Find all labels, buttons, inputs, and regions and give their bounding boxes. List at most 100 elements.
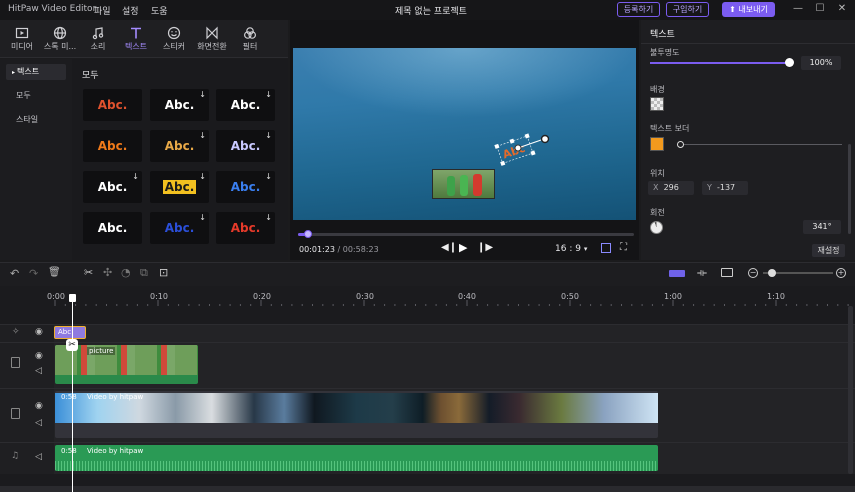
download-icon[interactable]: ↓: [199, 213, 206, 223]
crop-tool-icon[interactable]: ⧉: [140, 266, 148, 280]
ruler-label: 0:40: [458, 292, 476, 301]
fullscreen-icon[interactable]: ⛶: [620, 242, 627, 253]
download-icon[interactable]: ↓: [265, 172, 272, 182]
split-view-icon[interactable]: ⟛: [697, 266, 707, 280]
text-template-tile[interactable]: Abc. ↓: [216, 171, 275, 203]
download-icon[interactable]: ↓: [265, 90, 272, 100]
aspect-ratio-select[interactable]: 16 : 9 ▾: [555, 244, 587, 254]
zoom-slider-handle[interactable]: [768, 269, 776, 277]
text-template-tile[interactable]: Abc.: [83, 130, 142, 162]
text-template-tile[interactable]: Abc.: [83, 89, 142, 121]
opacity-value-field[interactable]: 100%: [801, 56, 841, 70]
text-template-tile[interactable]: Abc. ↓: [150, 130, 209, 162]
text-template-tile[interactable]: Abc. ↓: [150, 212, 209, 244]
caption-icon[interactable]: ⊡: [159, 266, 168, 279]
tab-media[interactable]: 미디어: [2, 20, 42, 58]
timeline-vertical-scrollbar[interactable]: [848, 306, 853, 474]
player-progress-track[interactable]: [298, 230, 634, 238]
crop-icon[interactable]: [601, 243, 611, 253]
rotation-value-field[interactable]: 341°: [803, 220, 841, 234]
background-color-swatch[interactable]: [650, 97, 664, 111]
export-button[interactable]: ⬆ 내보내기: [722, 2, 775, 17]
text-clip[interactable]: Abc: [54, 326, 86, 339]
position-y-field[interactable]: Y -137: [702, 181, 748, 195]
register-button[interactable]: 등록하기: [617, 2, 660, 17]
nav-section-text[interactable]: ▸ 텍스트: [6, 64, 66, 80]
opacity-slider-handle[interactable]: [785, 58, 794, 67]
prev-frame-icon[interactable]: ◀❙: [441, 242, 457, 253]
visibility-eye-icon[interactable]: ◉: [35, 401, 43, 411]
rotation-dial-icon[interactable]: [650, 221, 663, 234]
border-color-swatch[interactable]: [650, 137, 664, 151]
tab-filter[interactable]: 필터: [230, 20, 270, 58]
text-template-tile[interactable]: Abc. ↓: [216, 130, 275, 162]
menu-help[interactable]: 도움: [151, 4, 168, 17]
tab-transition[interactable]: 화면전환: [192, 20, 232, 58]
mute-icon[interactable]: ◁: [35, 418, 42, 428]
freeze-icon[interactable]: ✣: [103, 266, 112, 279]
menu-file[interactable]: 파일: [94, 4, 111, 17]
text-selection[interactable]: Abc: [488, 126, 558, 176]
nav-item-all[interactable]: 모두: [10, 88, 70, 104]
picture-clip[interactable]: picture: [55, 345, 198, 384]
minimize-icon[interactable]: —: [792, 3, 804, 15]
border-label: 텍스트 보더: [650, 124, 690, 133]
tab-text[interactable]: 텍스트: [116, 20, 156, 58]
undo-icon[interactable]: ↶: [10, 267, 19, 280]
tab-sticker[interactable]: 스티커: [154, 20, 194, 58]
close-icon[interactable]: ✕: [836, 3, 848, 15]
zoom-in-icon[interactable]: +: [836, 268, 846, 278]
opacity-slider[interactable]: [650, 62, 790, 64]
audio-track-header: [0, 443, 54, 474]
text-template-label: Abc.: [230, 221, 261, 235]
speed-icon[interactable]: ◔: [121, 266, 131, 279]
delete-icon[interactable]: 🗑: [48, 267, 61, 278]
panel-scrollbar[interactable]: [848, 144, 851, 234]
position-x-field[interactable]: X 296: [648, 181, 694, 195]
mute-icon[interactable]: ◁: [35, 366, 42, 376]
buy-button[interactable]: 구입하기: [666, 2, 709, 17]
tab-stock[interactable]: 스톡 미...: [40, 20, 80, 58]
track-type-icon: [11, 357, 20, 368]
text-template-tile[interactable]: Abc. ↓: [150, 89, 209, 121]
magic-icon[interactable]: ✧: [12, 327, 20, 337]
picture-overlay[interactable]: [432, 169, 495, 199]
border-width-slider[interactable]: [677, 144, 842, 145]
download-icon[interactable]: ↓: [132, 172, 139, 182]
tab-audio[interactable]: 소리: [78, 20, 118, 58]
border-width-handle[interactable]: [677, 141, 684, 148]
download-icon[interactable]: ↓: [199, 172, 206, 182]
ruler-label: 0:00: [47, 292, 65, 301]
video-clip[interactable]: 0:58 Video by hitpaw: [55, 391, 658, 438]
next-frame-icon[interactable]: ❙▶: [477, 242, 493, 253]
split-icon[interactable]: ✂: [84, 266, 93, 279]
text-template-label: Abc.: [164, 221, 195, 235]
play-icon[interactable]: ▶: [459, 241, 467, 254]
visibility-eye-icon[interactable]: ◉: [35, 327, 43, 337]
timeline-horizontal-scrollbar[interactable]: [0, 486, 855, 492]
mute-icon[interactable]: ◁: [35, 452, 42, 462]
ruler-label: 0:30: [356, 292, 374, 301]
text-template-tile[interactable]: Abc. ↓: [150, 171, 209, 203]
video-preview[interactable]: Abc: [293, 48, 636, 220]
visibility-eye-icon[interactable]: ◉: [35, 351, 43, 361]
playhead-handle[interactable]: [69, 294, 76, 302]
divider: [641, 43, 855, 44]
audio-clip[interactable]: 0:58 Video by hitpaw: [55, 445, 658, 471]
text-template-tile[interactable]: Abc.: [83, 212, 142, 244]
maximize-icon[interactable]: ☐: [814, 3, 826, 15]
download-icon[interactable]: ↓: [265, 213, 272, 223]
fit-timeline-icon[interactable]: [721, 268, 733, 277]
nav-item-style[interactable]: 스타일: [10, 112, 70, 128]
reset-button[interactable]: 재설정: [812, 244, 845, 257]
download-icon[interactable]: ↓: [265, 131, 272, 141]
text-template-tile[interactable]: Abc. ↓: [216, 212, 275, 244]
download-icon[interactable]: ↓: [199, 131, 206, 141]
text-template-tile[interactable]: Abc. ↓: [83, 171, 142, 203]
menu-settings[interactable]: 설정: [122, 4, 139, 17]
redo-icon[interactable]: ↷: [29, 267, 38, 280]
download-icon[interactable]: ↓: [199, 90, 206, 100]
text-template-tile[interactable]: Abc. ↓: [216, 89, 275, 121]
track-snap-icon[interactable]: [669, 270, 685, 277]
zoom-out-icon[interactable]: −: [748, 268, 758, 278]
